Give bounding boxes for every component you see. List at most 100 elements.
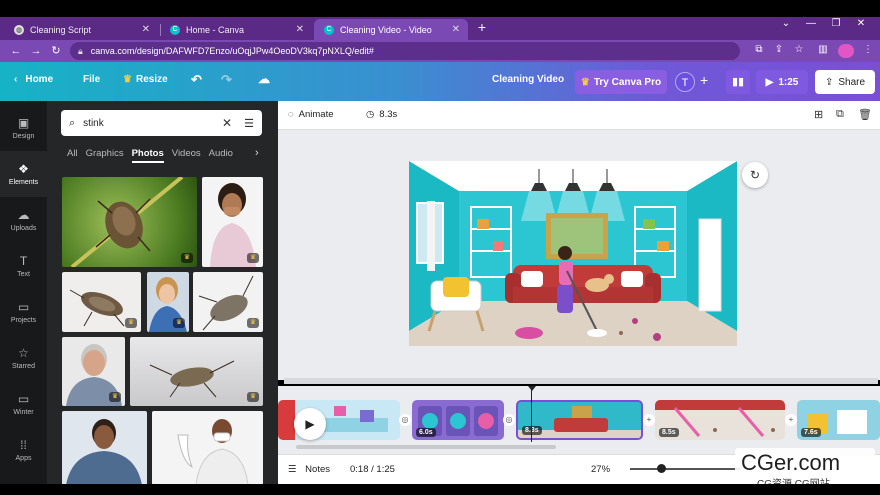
photo-stink-bug-leaf[interactable]: ♛ bbox=[62, 177, 197, 267]
rail-item-winter[interactable]: ▭ Winter bbox=[0, 381, 47, 427]
watermark-title: CGer.com bbox=[741, 450, 841, 475]
address-bar[interactable]: 🔒︎ canva.com/design/DAFWFD7Enzo/uOqjJPw4… bbox=[70, 42, 740, 60]
photo-woman-covering-nose[interactable]: ♛ bbox=[202, 177, 263, 267]
horizontal-scrollbar[interactable] bbox=[284, 378, 878, 384]
resize-label: Resize bbox=[135, 74, 168, 85]
tab-audio[interactable]: Audio bbox=[209, 148, 233, 163]
maximize-button[interactable]: ❐ bbox=[828, 18, 844, 29]
tab-photos[interactable]: Photos bbox=[131, 148, 164, 163]
add-clip-icon[interactable]: + bbox=[785, 414, 797, 426]
photo-bug-white[interactable]: ♛ bbox=[62, 272, 141, 332]
regenerate-icon[interactable]: ↻ bbox=[742, 162, 768, 188]
document-title[interactable]: Cleaning Video bbox=[492, 74, 564, 85]
open-app-icon[interactable]: ⧉ bbox=[752, 44, 766, 55]
playhead-handle[interactable] bbox=[528, 386, 536, 391]
file-menu-button[interactable]: File bbox=[83, 74, 100, 85]
clear-search-icon[interactable]: ✕ bbox=[222, 116, 232, 130]
photo-stink-bug-gray-bg[interactable]: ♛ bbox=[130, 337, 263, 406]
transition-icon[interactable]: ◎ bbox=[399, 414, 411, 426]
rail-item-text[interactable]: T Text bbox=[0, 243, 47, 289]
timeline-clip-3-selected[interactable]: 8.3s bbox=[516, 400, 643, 440]
browser-tab-cleaning-video[interactable]: C Cleaning Video - Video ✕ bbox=[314, 19, 468, 40]
rail-item-starred[interactable]: ☆ Starred bbox=[0, 335, 47, 381]
back-icon[interactable]: ← bbox=[8, 43, 24, 59]
forward-icon[interactable]: → bbox=[28, 43, 44, 59]
sidebar-icon[interactable]: ▥ bbox=[816, 44, 830, 55]
resize-button[interactable]: ♛ Resize bbox=[123, 74, 168, 85]
close-icon[interactable]: ✕ bbox=[296, 24, 304, 35]
add-clip-icon[interactable]: + bbox=[643, 414, 655, 426]
reload-icon[interactable]: ↻ bbox=[48, 43, 64, 59]
crown-icon: ♛ bbox=[247, 392, 259, 402]
avatar[interactable]: T bbox=[675, 72, 695, 92]
rail-item-uploads[interactable]: ☁ Uploads bbox=[0, 197, 47, 243]
photo-man-with-mask[interactable] bbox=[152, 411, 263, 485]
tab-graphics[interactable]: Graphics bbox=[86, 148, 124, 163]
trash-icon[interactable]: 🗑︎ bbox=[858, 108, 872, 121]
app-window: ◍ Cleaning Script ✕ C Home - Canva ✕ C C… bbox=[0, 0, 880, 495]
zoom-level[interactable]: 27% bbox=[591, 464, 610, 475]
timeline-clip-4[interactable]: 8.5s bbox=[655, 400, 785, 440]
chevron-right-icon[interactable]: › bbox=[255, 147, 259, 159]
apps-icon: ⁞⁞ bbox=[20, 438, 27, 452]
man-illustration bbox=[66, 419, 142, 485]
close-window-button[interactable]: ✕ bbox=[853, 18, 869, 29]
cloud-save-icon: ☁ bbox=[258, 72, 270, 86]
zoom-slider-handle[interactable] bbox=[657, 464, 666, 473]
try-canva-pro-button[interactable]: ♛ Try Canva Pro bbox=[575, 70, 667, 94]
timeline-clip-5[interactable]: 7.6s bbox=[797, 400, 880, 440]
add-page-icon[interactable]: ⊞ bbox=[814, 108, 823, 121]
tab-all[interactable]: All bbox=[67, 148, 78, 163]
minimize-button[interactable]: — bbox=[803, 18, 819, 29]
new-tab-button[interactable]: + bbox=[474, 19, 490, 37]
globe-icon: ◍ bbox=[14, 24, 24, 35]
chevron-down-icon[interactable]: ⌄ bbox=[778, 18, 794, 29]
browser-tab-cleaning-script[interactable]: ◍ Cleaning Script ✕ bbox=[4, 19, 158, 40]
bookmark-star-icon[interactable]: ☆ bbox=[792, 44, 806, 55]
zoom-slider[interactable] bbox=[630, 468, 740, 470]
insights-chart-icon[interactable]: ▮▮ bbox=[726, 70, 750, 94]
transition-icon[interactable]: ◎ bbox=[503, 414, 515, 426]
photo-child-pinching-nose[interactable]: ♛ bbox=[147, 272, 189, 332]
photo-older-man[interactable]: ♛ bbox=[62, 337, 125, 406]
upload-icon: ☁ bbox=[17, 208, 30, 222]
rail-item-elements[interactable]: ❖ Elements bbox=[0, 151, 47, 197]
photo-man-pinching-nose[interactable] bbox=[62, 411, 147, 485]
photo-bug-gray[interactable]: ♛ bbox=[193, 272, 263, 332]
timeline-play-button[interactable]: ▶ bbox=[294, 408, 326, 440]
search-input[interactable]: ⌕ stink ✕ ☰ bbox=[61, 110, 262, 136]
filter-icon[interactable]: ☰ bbox=[244, 117, 254, 130]
text-icon: T bbox=[19, 254, 28, 268]
rail-label: Elements bbox=[8, 179, 39, 186]
profile-avatar[interactable] bbox=[838, 44, 854, 58]
playback-time: 0:18 / 1:25 bbox=[350, 464, 395, 475]
rail-item-apps[interactable]: ⁞⁞ Apps bbox=[0, 427, 47, 473]
share-button[interactable]: ⇪ Share bbox=[815, 70, 875, 94]
tab-videos[interactable]: Videos bbox=[172, 148, 201, 163]
playhead[interactable] bbox=[531, 388, 532, 442]
close-icon[interactable]: ✕ bbox=[142, 24, 150, 35]
timeline-clip-2[interactable]: 6.0s bbox=[412, 400, 504, 440]
search-query[interactable]: stink bbox=[83, 118, 104, 129]
redo-icon[interactable]: ↷ bbox=[221, 72, 232, 88]
crown-icon: ♛ bbox=[173, 318, 185, 328]
notes-button[interactable]: ☰ Notes bbox=[288, 464, 330, 475]
close-icon[interactable]: ✕ bbox=[452, 24, 460, 35]
share-label: Share bbox=[838, 76, 866, 88]
design-canvas[interactable] bbox=[409, 161, 737, 346]
browser-tab-home-canva[interactable]: C Home - Canva ✕ bbox=[160, 19, 312, 40]
add-collaborator-button[interactable]: + bbox=[700, 72, 708, 88]
tab-title: Home - Canva bbox=[186, 24, 245, 35]
home-button[interactable]: ‹ Home bbox=[14, 74, 53, 85]
share-page-icon[interactable]: ⇪ bbox=[772, 44, 786, 55]
rail-item-design[interactable]: ▣ Design bbox=[0, 105, 47, 151]
timeline-scrollbar[interactable] bbox=[296, 445, 556, 449]
undo-icon[interactable]: ↶ bbox=[191, 72, 202, 88]
play-icon: ▶ bbox=[765, 76, 774, 88]
duplicate-icon[interactable]: ⧉ bbox=[836, 108, 844, 121]
rail-item-projects[interactable]: ▭ Projects bbox=[0, 289, 47, 335]
duration-button[interactable]: ◷ 8.3s bbox=[366, 109, 397, 120]
present-play-button[interactable]: ▶ 1:25 bbox=[756, 70, 808, 94]
animate-button[interactable]: ◌ Animate bbox=[288, 109, 334, 120]
menu-kebab-icon[interactable]: ⋮ bbox=[861, 44, 875, 55]
